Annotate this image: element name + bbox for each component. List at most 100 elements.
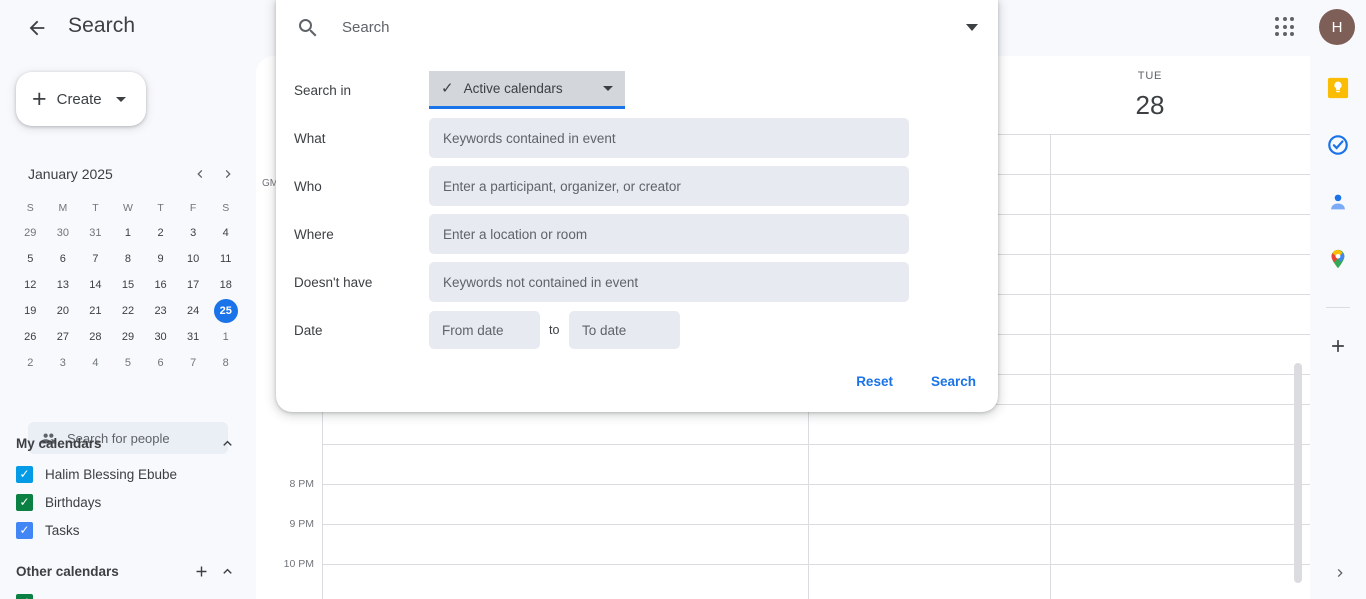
search-button[interactable]: Search — [927, 368, 980, 395]
mini-calendar-day[interactable]: 9 — [144, 246, 177, 272]
plus-icon — [196, 566, 206, 576]
mini-calendar-day[interactable]: 15 — [112, 272, 145, 298]
calendar-app-root: TUE 28 GM 8 PM 9 PM 10 PM 11 PM — [0, 0, 1366, 599]
tasks-icon[interactable] — [1326, 133, 1350, 157]
maps-icon[interactable] — [1326, 247, 1350, 271]
add-rail-app-button[interactable] — [1326, 334, 1350, 358]
chevron-up-icon[interactable] — [214, 430, 240, 456]
mini-calendar-day[interactable]: 3 — [177, 220, 210, 246]
mini-calendar-day[interactable]: 27 — [47, 324, 80, 350]
search-options-dialog: Search in ✓ Active calendars What Who Wh… — [276, 0, 998, 412]
mini-calendar-day[interactable]: 6 — [47, 246, 80, 272]
calendar-list-item[interactable]: ✓ — [16, 588, 240, 599]
mini-calendar-day[interactable]: 4 — [79, 350, 112, 376]
mini-calendar-day[interactable]: 2 — [144, 220, 177, 246]
mini-calendar-prev[interactable] — [186, 160, 214, 188]
today-badge: 25 — [213, 299, 238, 323]
mini-calendar-day[interactable]: 30 — [47, 220, 80, 246]
mini-calendar-day[interactable]: 17 — [177, 272, 210, 298]
mini-calendar-day[interactable]: 31 — [79, 220, 112, 246]
chevron-up-icon[interactable] — [214, 558, 240, 584]
calendar-scrollbar[interactable] — [1294, 363, 1302, 583]
mini-calendar-day[interactable]: 6 — [144, 350, 177, 376]
my-calendars-list: ✓ Halim Blessing Ebube ✓ Birthdays ✓ Tasks — [16, 460, 240, 544]
other-calendars-title: Other calendars — [16, 563, 119, 579]
calendar-list-item[interactable]: ✓ Birthdays — [16, 488, 240, 516]
caret-down-icon[interactable] — [966, 24, 978, 31]
calendar-checkbox[interactable]: ✓ — [16, 593, 33, 599]
mini-calendar-day[interactable]: 7 — [177, 350, 210, 376]
mini-calendar-day[interactable]: 4 — [209, 220, 242, 246]
calendar-checkbox[interactable]: ✓ — [16, 465, 33, 483]
to-date-input[interactable] — [569, 311, 680, 349]
day-number[interactable]: 28 — [1050, 90, 1250, 121]
mini-calendar-day[interactable]: 22 — [112, 298, 145, 324]
mini-calendar-header: January 2025 — [14, 156, 242, 192]
mini-calendar-day[interactable]: 1 — [112, 220, 145, 246]
mini-calendar-dow: T — [92, 202, 99, 214]
mini-calendar-day[interactable]: 5 — [112, 350, 145, 376]
mini-calendar-day[interactable]: 14 — [79, 272, 112, 298]
mini-calendar-today[interactable]: 25 — [209, 298, 242, 324]
mini-calendar-day[interactable]: 30 — [144, 324, 177, 350]
mini-calendar-day[interactable]: 26 — [14, 324, 47, 350]
mini-calendar-day[interactable]: 10 — [177, 246, 210, 272]
mini-calendar-day[interactable]: 19 — [14, 298, 47, 324]
mini-calendar-day[interactable]: 16 — [144, 272, 177, 298]
chevron-right-icon — [225, 170, 231, 178]
calendar-checkbox[interactable]: ✓ — [16, 521, 33, 539]
who-input[interactable] — [429, 166, 909, 206]
calendar-checkbox[interactable]: ✓ — [16, 493, 33, 511]
mini-calendar-day[interactable]: 29 — [14, 220, 47, 246]
mini-calendar-day[interactable]: 31 — [177, 324, 210, 350]
avatar[interactable]: H — [1319, 9, 1355, 45]
search-in-dropdown[interactable]: ✓ Active calendars — [429, 71, 625, 109]
mini-calendar-day[interactable]: 3 — [47, 350, 80, 376]
calendar-list-item[interactable]: ✓ Halim Blessing Ebube — [16, 460, 240, 488]
mini-calendar-day[interactable]: 21 — [79, 298, 112, 324]
dialog-actions: Reset Search — [852, 368, 980, 395]
expand-panel-button[interactable] — [1328, 561, 1352, 585]
mini-calendar-day[interactable]: 23 — [144, 298, 177, 324]
back-button[interactable] — [20, 11, 54, 45]
time-label: 9 PM — [289, 518, 314, 530]
calendar-list-item[interactable]: ✓ Tasks — [16, 516, 240, 544]
reset-button[interactable]: Reset — [852, 368, 897, 395]
dialog-search-row — [276, 0, 998, 55]
my-calendars-header[interactable]: My calendars — [16, 426, 240, 460]
mini-calendar-day[interactable]: 29 — [112, 324, 145, 350]
create-button-label: Create — [56, 90, 102, 108]
mini-calendar-dow: M — [58, 202, 68, 214]
add-other-calendar-button[interactable] — [188, 558, 214, 584]
my-calendars-title: My calendars — [16, 435, 102, 451]
search-input[interactable] — [342, 19, 966, 36]
contacts-icon[interactable] — [1326, 190, 1350, 214]
mini-calendar-day[interactable]: 1 — [209, 324, 242, 350]
mini-calendar-day[interactable]: 8 — [112, 246, 145, 272]
keep-icon[interactable] — [1326, 76, 1350, 100]
other-calendars-header[interactable]: Other calendars — [16, 554, 240, 588]
grid-hline — [322, 524, 1310, 525]
chevron-left-icon — [197, 170, 203, 178]
mini-calendar-day[interactable]: 5 — [14, 246, 47, 272]
doesnt-have-input[interactable] — [429, 262, 909, 302]
mini-calendar-day[interactable]: 8 — [209, 350, 242, 376]
mini-calendar-day[interactable]: 20 — [47, 298, 80, 324]
create-button[interactable]: + Create — [16, 72, 146, 126]
where-label: Where — [294, 226, 334, 242]
mini-calendar-day[interactable]: 28 — [79, 324, 112, 350]
mini-calendar-day[interactable]: 11 — [209, 246, 242, 272]
mini-calendar-day[interactable]: 13 — [47, 272, 80, 298]
from-date-input[interactable] — [429, 311, 540, 349]
apps-grid-icon[interactable] — [1272, 14, 1298, 40]
where-input[interactable] — [429, 214, 909, 254]
what-input[interactable] — [429, 118, 909, 158]
mini-calendar-next[interactable] — [214, 160, 242, 188]
mini-calendar-day[interactable]: 12 — [14, 272, 47, 298]
mini-calendar-day[interactable]: 18 — [209, 272, 242, 298]
mini-calendar-day[interactable]: 24 — [177, 298, 210, 324]
mini-calendar-day[interactable]: 2 — [14, 350, 47, 376]
mini-calendar-month: January 2025 — [28, 166, 113, 182]
mini-calendar-day[interactable]: 7 — [79, 246, 112, 272]
chevron-down-icon — [115, 96, 126, 102]
